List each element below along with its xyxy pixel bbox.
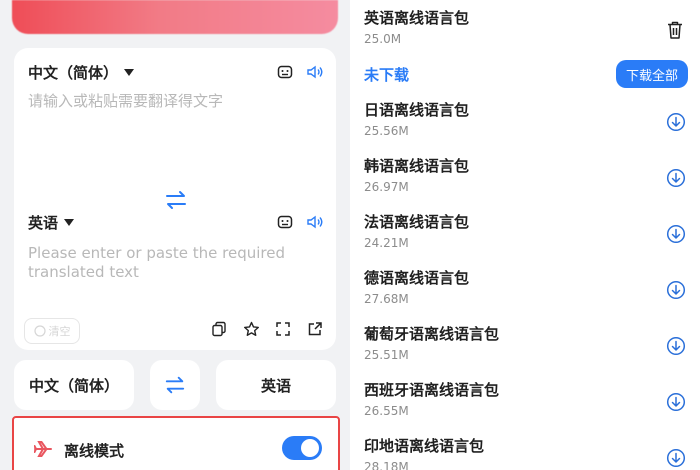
package-size: 27.68M bbox=[364, 292, 409, 306]
not-downloaded-heading: 未下载 bbox=[364, 66, 410, 84]
package-name: 葡萄牙语离线语言包 bbox=[364, 325, 500, 343]
clear-button[interactable]: 清空 bbox=[24, 318, 80, 344]
package-name: 日语离线语言包 bbox=[364, 101, 470, 119]
speaker-icon[interactable] bbox=[306, 63, 324, 81]
list-item[interactable]: 印地语离线语言包 28.18M bbox=[364, 436, 484, 470]
package-name: 德语离线语言包 bbox=[364, 269, 470, 287]
download-icon[interactable] bbox=[666, 448, 686, 468]
package-name: 英语离线语言包 bbox=[364, 9, 470, 27]
translator-pane: 中文（简体） 请输入或粘贴需要翻译得文字 英语 Please enter or … bbox=[0, 0, 350, 470]
keyboard-icon[interactable] bbox=[276, 63, 294, 81]
offline-mode-toggle[interactable] bbox=[282, 436, 322, 460]
airplane-icon bbox=[34, 441, 52, 457]
package-name: 西班牙语离线语言包 bbox=[364, 381, 500, 399]
app-root: 中文（简体） 请输入或粘贴需要翻译得文字 英语 Please enter or … bbox=[0, 0, 700, 470]
fullscreen-icon[interactable] bbox=[274, 320, 292, 338]
share-icon[interactable] bbox=[306, 320, 324, 338]
source-lang-selector[interactable]: 中文（简体） bbox=[28, 62, 135, 83]
download-all-button[interactable]: 下载全部 bbox=[616, 60, 688, 88]
list-item[interactable]: 韩语离线语言包 26.97M bbox=[364, 156, 469, 194]
offline-mode-label: 离线模式 bbox=[64, 442, 125, 460]
package-size: 25.56M bbox=[364, 124, 409, 138]
list-item[interactable]: 葡萄牙语离线语言包 25.51M bbox=[364, 324, 499, 362]
clear-icon bbox=[33, 325, 46, 337]
promo-banner[interactable] bbox=[12, 0, 338, 34]
download-icon[interactable] bbox=[666, 224, 686, 244]
chevron-down-icon bbox=[124, 69, 135, 76]
target-placeholder-line: Please enter or paste the required bbox=[28, 244, 285, 262]
speaker-icon[interactable] bbox=[306, 213, 324, 231]
bar-target-lang[interactable]: 英语 bbox=[216, 360, 336, 410]
download-icon[interactable] bbox=[666, 336, 686, 356]
keyboard-icon[interactable] bbox=[276, 213, 294, 231]
package-name: 印地语离线语言包 bbox=[364, 437, 485, 455]
list-item[interactable]: 法语离线语言包 24.21M bbox=[364, 212, 469, 250]
list-item[interactable]: 西班牙语离线语言包 26.55M bbox=[364, 380, 499, 418]
list-item[interactable]: 日语离线语言包 25.56M bbox=[364, 100, 469, 138]
swap-icon bbox=[165, 376, 185, 394]
target-lang-selector[interactable]: 英语 bbox=[28, 212, 75, 233]
package-size: 25.0M bbox=[364, 32, 402, 46]
package-size: 28.18M bbox=[364, 460, 409, 470]
offline-packages-pane: 英语离线语言包 25.0M 未下载 下载全部 日语离线语言包 25.56M 韩语离线… bbox=[350, 0, 700, 470]
bar-source-lang[interactable]: 中文（简体） bbox=[14, 360, 134, 410]
translate-card: 中文（简体） 请输入或粘贴需要翻译得文字 英语 Please enter or … bbox=[14, 48, 336, 350]
target-output[interactable]: Please enter or paste the required trans… bbox=[28, 244, 285, 282]
download-icon[interactable] bbox=[666, 280, 686, 300]
package-size: 24.21M bbox=[364, 236, 409, 250]
offline-mode-row: 离线模式 bbox=[12, 416, 340, 470]
target-lang-label: 英语 bbox=[28, 214, 59, 232]
copy-icon[interactable] bbox=[210, 320, 228, 338]
package-size: 26.55M bbox=[364, 404, 409, 418]
result-tools bbox=[210, 320, 324, 338]
target-tools bbox=[276, 213, 324, 231]
package-name: 韩语离线语言包 bbox=[364, 157, 470, 175]
chevron-down-icon bbox=[64, 219, 75, 226]
source-input[interactable]: 请输入或粘贴需要翻译得文字 bbox=[28, 92, 223, 111]
swap-icon[interactable] bbox=[162, 188, 190, 212]
trash-icon[interactable] bbox=[666, 20, 684, 40]
star-icon[interactable] bbox=[242, 320, 260, 338]
installed-package: 英语离线语言包 25.0M bbox=[364, 8, 469, 46]
target-placeholder-line: translated text bbox=[28, 263, 139, 281]
bar-swap-button[interactable] bbox=[150, 360, 200, 410]
download-icon[interactable] bbox=[666, 392, 686, 412]
download-icon[interactable] bbox=[666, 168, 686, 188]
package-size: 26.97M bbox=[364, 180, 409, 194]
source-tools bbox=[276, 63, 324, 81]
list-item[interactable]: 德语离线语言包 27.68M bbox=[364, 268, 469, 306]
download-icon[interactable] bbox=[666, 112, 686, 132]
clear-label: 清空 bbox=[48, 325, 71, 338]
package-size: 25.51M bbox=[364, 348, 409, 362]
package-name: 法语离线语言包 bbox=[364, 213, 470, 231]
source-lang-label: 中文（简体） bbox=[28, 64, 119, 82]
